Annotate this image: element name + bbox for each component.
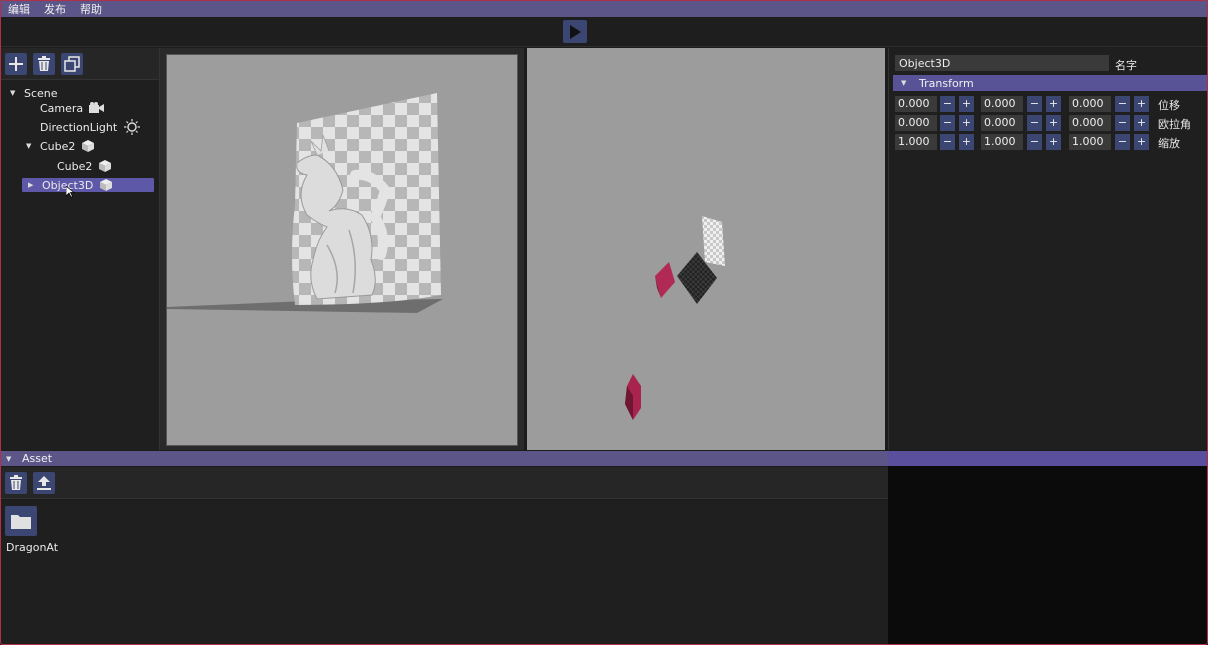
name-label: 名字 xyxy=(1115,59,1137,72)
hierarchy-toolbar xyxy=(0,48,159,80)
scale-y-plus[interactable]: + xyxy=(1046,134,1061,150)
asset-folder-label: DragonAt xyxy=(6,541,59,554)
position-row: 0.000 − + 0.000 − + 0.000 − + 位移 xyxy=(895,96,1207,112)
tree-item-label: DirectionLight xyxy=(40,120,118,134)
cube-icon xyxy=(99,160,112,172)
add-icon xyxy=(9,56,23,71)
scene-view-canvas[interactable] xyxy=(166,54,518,446)
expand-arrow-icon[interactable]: ▼ xyxy=(26,142,34,150)
collapse-arrow-icon[interactable]: ▼ xyxy=(6,455,14,463)
scale-row: 1.000 − + 1.000 − + 1.000 − + 缩放 xyxy=(895,134,1207,150)
rotation-row: 0.000 − + 0.000 − + 0.000 − + 欧拉角 xyxy=(895,115,1207,131)
scale-z-plus[interactable]: + xyxy=(1134,134,1149,150)
add-object-button[interactable] xyxy=(5,52,27,75)
play-button[interactable] xyxy=(563,20,587,43)
position-x-plus[interactable]: + xyxy=(959,96,974,112)
tree-item-label: Cube2 xyxy=(40,139,76,153)
game-viewport[interactable] xyxy=(527,48,885,450)
rotation-x-plus[interactable]: + xyxy=(959,115,974,131)
camera-icon xyxy=(89,102,105,113)
scale-z-minus[interactable]: − xyxy=(1115,134,1130,150)
name-row: 名字 xyxy=(895,55,1205,72)
section-title: Transform xyxy=(919,76,974,90)
scale-x-minus[interactable]: − xyxy=(940,134,955,150)
dragon-scene-render xyxy=(167,93,443,313)
mouse-cursor-icon xyxy=(66,186,75,198)
asset-folder-dragonat[interactable] xyxy=(5,506,37,536)
position-label: 位移 xyxy=(1158,99,1180,112)
cube-icon xyxy=(100,179,113,191)
rotation-z-field[interactable]: 0.000 xyxy=(1069,115,1111,131)
duplicate-object-button[interactable] xyxy=(61,52,83,75)
position-y-minus[interactable]: − xyxy=(1027,96,1042,112)
light-icon xyxy=(124,119,141,135)
inspector-panel: 名字 ▼ Transform 0.000 − + 0.000 − + 0.000… xyxy=(888,48,1208,450)
tree-item-cube2[interactable]: ▼ Cube2 xyxy=(26,139,95,153)
rotation-y-field[interactable]: 0.000 xyxy=(981,115,1023,131)
collapse-arrow-icon[interactable]: ▼ xyxy=(901,79,909,87)
menu-publish[interactable]: 发布 xyxy=(44,1,66,17)
folder-icon xyxy=(11,515,31,529)
scale-label: 缩放 xyxy=(1158,137,1180,150)
object-name-input[interactable] xyxy=(895,55,1109,71)
tree-item-label: Cube2 xyxy=(57,159,93,173)
asset-panel-header[interactable]: ▼ Asset xyxy=(0,451,888,466)
scale-z-field[interactable]: 1.000 xyxy=(1069,134,1111,150)
play-toolbar xyxy=(0,17,1208,47)
tree-item-cube2-child[interactable]: Cube2 xyxy=(57,159,112,173)
asset-panel-title: Asset xyxy=(22,452,53,465)
expand-arrow-icon[interactable]: ▼ xyxy=(10,89,18,97)
scale-y-minus[interactable]: − xyxy=(1027,134,1042,150)
tree-item-camera[interactable]: Camera xyxy=(40,101,105,115)
scale-y-field[interactable]: 1.000 xyxy=(981,134,1023,150)
position-x-field[interactable]: 0.000 xyxy=(895,96,937,112)
menu-bar: 编辑 发布 帮助 xyxy=(0,0,1208,17)
hierarchy-panel: ▼ Scene Camera DirectionLight ▼ Cube2 Cu… xyxy=(0,48,160,450)
position-z-minus[interactable]: − xyxy=(1115,96,1130,112)
tree-item-scene[interactable]: ▼ Scene xyxy=(10,86,58,100)
scale-x-plus[interactable]: + xyxy=(959,134,974,150)
rotation-label: 欧拉角 xyxy=(1158,118,1191,131)
position-z-field[interactable]: 0.000 xyxy=(1069,96,1111,112)
scene-viewport[interactable] xyxy=(160,48,524,450)
upload-asset-button[interactable] xyxy=(33,471,55,494)
asset-browser: DragonAt xyxy=(0,500,888,645)
cube-icon xyxy=(82,140,95,152)
rotation-x-minus[interactable]: − xyxy=(940,115,955,131)
rotation-x-field[interactable]: 0.000 xyxy=(895,115,937,131)
menu-help[interactable]: 帮助 xyxy=(80,1,102,17)
delete-object-button[interactable] xyxy=(33,52,55,75)
expand-arrow-icon[interactable]: ▶ xyxy=(28,181,36,189)
tree-item-label: Camera xyxy=(40,101,84,115)
delete-asset-button[interactable] xyxy=(5,471,27,494)
scene-tree: ▼ Scene Camera DirectionLight ▼ Cube2 Cu… xyxy=(0,80,159,445)
duplicate-icon xyxy=(64,55,80,72)
play-icon xyxy=(570,24,581,39)
rotation-y-minus[interactable]: − xyxy=(1027,115,1042,131)
trash-icon xyxy=(10,474,22,490)
scale-x-field[interactable]: 1.000 xyxy=(895,134,937,150)
asset-toolbar xyxy=(0,467,888,499)
tree-item-directionlight[interactable]: DirectionLight xyxy=(40,119,141,135)
asset-header-extension xyxy=(888,451,1208,466)
position-y-field[interactable]: 0.000 xyxy=(981,96,1023,112)
trash-icon xyxy=(38,55,50,71)
position-y-plus[interactable]: + xyxy=(1046,96,1061,112)
tree-item-label: Scene xyxy=(24,86,58,100)
position-z-plus[interactable]: + xyxy=(1134,96,1149,112)
asset-empty-area xyxy=(888,466,1208,645)
game-view-render xyxy=(625,216,725,420)
rotation-z-plus[interactable]: + xyxy=(1134,115,1149,131)
rotation-y-plus[interactable]: + xyxy=(1046,115,1061,131)
transform-section-header[interactable]: ▼ Transform xyxy=(893,75,1208,91)
menu-edit[interactable]: 编辑 xyxy=(8,1,30,17)
tree-item-object3d[interactable]: ▶ Object3D xyxy=(22,178,154,192)
rotation-z-minus[interactable]: − xyxy=(1115,115,1130,131)
upload-icon xyxy=(37,475,51,490)
position-x-minus[interactable]: − xyxy=(940,96,955,112)
